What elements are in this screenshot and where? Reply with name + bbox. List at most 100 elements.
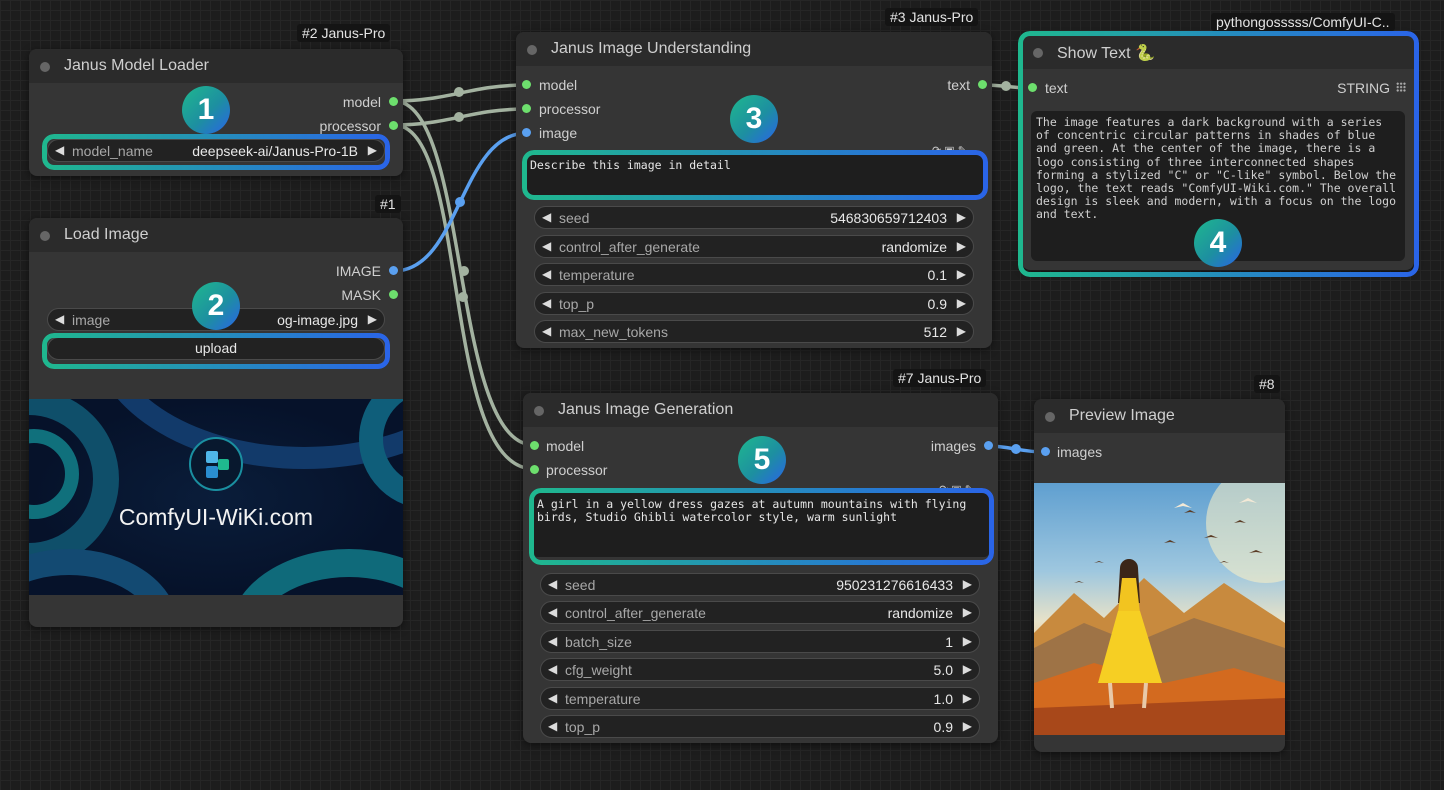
grid-icon — [1396, 82, 1406, 92]
node-load-image[interactable]: Load Image IMAGE MASK ◀ image og-image.j… — [29, 218, 403, 627]
widget-name: control_after_generate — [559, 239, 700, 255]
collapse-dot-icon[interactable] — [40, 231, 50, 241]
output-socket-mask[interactable] — [389, 290, 398, 299]
wire-model-understanding — [392, 83, 529, 103]
top-p-widget[interactable]: ◀ top_p 0.9 ▶ — [534, 292, 974, 315]
arrow-left-icon[interactable]: ◀ — [55, 143, 64, 157]
arrow-right-icon[interactable]: ▶ — [957, 324, 966, 338]
input-socket-image[interactable] — [522, 128, 531, 137]
node-title: Preview Image — [1069, 407, 1175, 424]
arrow-right-icon[interactable]: ▶ — [957, 296, 966, 310]
output-socket-model[interactable] — [389, 97, 398, 106]
collapse-dot-icon[interactable] — [40, 62, 50, 72]
widget-value: deepseek-ai/Janus-Pro-1B — [192, 143, 358, 159]
decorative-ring — [29, 549, 179, 595]
widget-value: og-image.jpg — [277, 312, 358, 328]
cfg-weight-widget[interactable]: ◀ cfg_weight 5.0 ▶ — [540, 658, 980, 681]
control-after-generate-widget[interactable]: ◀ control_after_generate randomize ▶ — [540, 601, 980, 624]
seed-widget[interactable]: ◀ seed 950231276616433 ▶ — [540, 573, 980, 596]
arrow-right-icon[interactable]: ▶ — [368, 143, 377, 157]
arrow-right-icon[interactable]: ▶ — [963, 719, 972, 733]
widget-name: model_name — [72, 143, 153, 159]
model-name-combo[interactable]: ◀ model_name deepseek-ai/Janus-Pro-1B ▶ — [47, 139, 385, 162]
arrow-right-icon[interactable]: ▶ — [957, 239, 966, 253]
output-socket-images[interactable] — [984, 441, 993, 450]
arrow-left-icon[interactable]: ◀ — [548, 719, 557, 733]
input-socket-model[interactable] — [522, 80, 531, 89]
widget-name: temperature — [565, 691, 641, 707]
output-label-model: model — [342, 94, 381, 110]
widget-value: 0.9 — [933, 719, 953, 735]
collapse-dot-icon[interactable] — [1033, 48, 1043, 58]
reroute-dot — [454, 87, 464, 97]
arrow-left-icon[interactable]: ◀ — [548, 634, 557, 648]
wire-model-generation — [392, 99, 536, 447]
arrow-right-icon[interactable]: ▶ — [963, 577, 972, 591]
collapse-dot-icon[interactable] — [534, 406, 544, 416]
input-socket-images[interactable] — [1041, 447, 1050, 456]
widget-name: seed — [559, 210, 590, 226]
widget-value: 0.9 — [927, 296, 947, 312]
prompt-textarea[interactable]: Describe this image in detail — [525, 154, 985, 196]
widget-value: 0.1 — [927, 267, 947, 283]
widget-value: randomize — [881, 239, 947, 255]
input-socket-processor[interactable] — [522, 104, 531, 113]
arrow-right-icon[interactable]: ▶ — [957, 210, 966, 224]
comfyui-wiki-logo — [189, 437, 243, 491]
generated-image-art — [1034, 483, 1285, 735]
arrow-left-icon[interactable]: ◀ — [548, 605, 557, 619]
input-label-model: model — [539, 77, 578, 93]
top-p-widget[interactable]: ◀ top_p 0.9 ▶ — [540, 715, 980, 738]
temperature-widget[interactable]: ◀ temperature 1.0 ▶ — [540, 687, 980, 710]
node-preview-image[interactable]: Preview Image images — [1034, 399, 1285, 752]
arrow-left-icon[interactable]: ◀ — [542, 296, 551, 310]
arrow-right-icon[interactable]: ▶ — [957, 267, 966, 281]
node-header[interactable]: Preview Image — [1034, 399, 1285, 433]
arrow-left-icon[interactable]: ◀ — [542, 267, 551, 281]
arrow-right-icon[interactable]: ▶ — [963, 691, 972, 705]
arrow-right-icon[interactable]: ▶ — [963, 634, 972, 648]
collapse-dot-icon[interactable] — [1045, 412, 1055, 422]
node-title: Load Image — [64, 226, 149, 243]
arrow-left-icon[interactable]: ◀ — [548, 691, 557, 705]
seed-widget[interactable]: ◀ seed 546830659712403 ▶ — [534, 206, 974, 229]
arrow-left-icon[interactable]: ◀ — [542, 239, 551, 253]
temperature-widget[interactable]: ◀ temperature 0.1 ▶ — [534, 263, 974, 286]
node-header[interactable]: Janus Image Understanding — [516, 32, 992, 66]
output-label-image: IMAGE — [335, 263, 381, 279]
arrow-right-icon[interactable]: ▶ — [963, 605, 972, 619]
output-socket-text[interactable] — [978, 80, 987, 89]
arrow-right-icon[interactable]: ▶ — [963, 662, 972, 676]
widget-value: 1 — [945, 634, 953, 650]
output-label-text: text — [947, 77, 970, 93]
prompt-textarea[interactable]: A girl in a yellow dress gazes at autumn… — [532, 493, 990, 557]
input-socket-model[interactable] — [530, 441, 539, 450]
arrow-left-icon[interactable]: ◀ — [542, 210, 551, 224]
collapse-dot-icon[interactable] — [527, 45, 537, 55]
logo-text: ComfyUI-WiKi.com — [118, 504, 314, 530]
widget-value: 950231276616433 — [836, 577, 953, 593]
node-title: Janus Model Loader — [64, 57, 209, 74]
input-label-images: images — [1057, 444, 1103, 460]
node-header[interactable]: Show Text 🐍 — [1022, 35, 1414, 69]
arrow-left-icon[interactable]: ◀ — [55, 312, 64, 326]
node-header[interactable]: Load Image — [29, 218, 403, 252]
node-janus-image-understanding[interactable]: Janus Image Understanding model processo… — [516, 32, 992, 348]
arrow-right-icon[interactable]: ▶ — [368, 312, 377, 326]
arrow-left-icon[interactable]: ◀ — [548, 577, 557, 591]
widget-value: 512 — [923, 324, 947, 340]
node-header[interactable]: Janus Image Generation — [523, 393, 998, 427]
node-tag-load-image: #1 — [375, 195, 401, 213]
widget-value: 546830659712403 — [830, 210, 947, 226]
arrow-left-icon[interactable]: ◀ — [548, 662, 557, 676]
node-header[interactable]: Janus Model Loader — [29, 49, 403, 83]
output-socket-image[interactable] — [389, 266, 398, 275]
batch-size-widget[interactable]: ◀ batch_size 1 ▶ — [540, 630, 980, 653]
output-socket-processor[interactable] — [389, 121, 398, 130]
max-new-tokens-widget[interactable]: ◀ max_new_tokens 512 ▶ — [534, 320, 974, 343]
arrow-left-icon[interactable]: ◀ — [542, 324, 551, 338]
upload-button[interactable]: upload — [47, 337, 385, 360]
input-socket-text[interactable] — [1028, 83, 1037, 92]
control-after-generate-widget[interactable]: ◀ control_after_generate randomize ▶ — [534, 235, 974, 258]
input-socket-processor[interactable] — [530, 465, 539, 474]
